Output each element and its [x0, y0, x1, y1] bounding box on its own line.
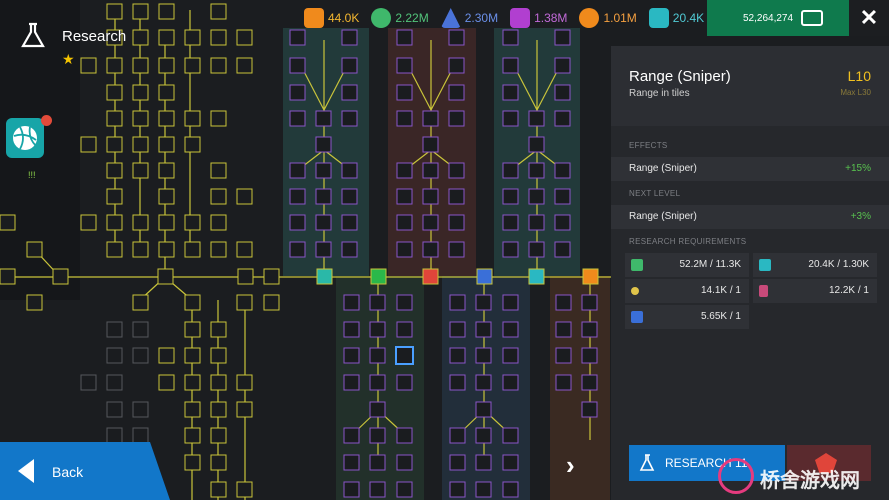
- resource-value: 1.38M: [534, 11, 568, 25]
- next-page-button[interactable]: ›: [566, 450, 575, 481]
- back-label: Back: [52, 464, 84, 480]
- resource-item: 2.22M: [365, 0, 434, 36]
- flask-icon: [639, 454, 655, 471]
- green-cash-icon: [631, 259, 643, 271]
- requirement-value: 14.1K / 1: [700, 285, 741, 296]
- resource-item: 1.38M: [504, 0, 573, 36]
- next-level-value: +3%: [850, 211, 871, 222]
- volleyball-icon: [13, 126, 37, 150]
- star-icon: ★: [62, 51, 75, 67]
- resource-item: 20.4K: [643, 0, 710, 36]
- teal-stripe-icon: [759, 259, 771, 271]
- requirements-heading: RESEARCH REQUIREMENTS: [629, 237, 747, 246]
- cash-icon[interactable]: [801, 10, 824, 26]
- watermark: 桥舍游戏网: [712, 454, 889, 500]
- research-title: Range (Sniper): [629, 68, 731, 85]
- max-level: Max L30: [840, 88, 871, 97]
- resource-value: 1.01M: [603, 11, 637, 25]
- effect-label: Range (Sniper): [629, 163, 697, 174]
- resource-value: 44.0K: [328, 11, 360, 25]
- watermark-logo-icon: [718, 458, 754, 494]
- resource-value: 2.30M: [464, 11, 499, 25]
- sport-ball-item[interactable]: [6, 118, 44, 158]
- requirement-item: 12.2K / 1: [753, 279, 877, 303]
- teal-stripe-icon: [648, 8, 669, 28]
- page-header: Research ★: [14, 18, 144, 68]
- blue-triangle-icon: [440, 8, 461, 28]
- requirement-item: 52.2M / 11.3K: [625, 253, 749, 277]
- yellow-key-icon: [631, 287, 639, 295]
- requirement-value: 12.2K / 1: [828, 285, 869, 296]
- next-level-heading: NEXT LEVEL: [629, 189, 681, 198]
- chevron-right-icon: ›: [566, 450, 575, 480]
- item-count: !!!: [28, 170, 36, 180]
- page-title: Research: [62, 28, 127, 45]
- requirement-item: 14.1K / 1: [625, 279, 749, 303]
- money-display: 52,264,274: [707, 0, 849, 36]
- effect-value: +15%: [845, 163, 871, 174]
- blue-star-icon: [631, 311, 643, 323]
- requirement-value: 20.4K / 1.30K: [808, 259, 869, 270]
- requirement-item: 5.65K / 1: [625, 305, 749, 329]
- arrow-left-icon: [18, 459, 34, 483]
- green-orb-icon: [371, 8, 392, 28]
- close-icon: ✕: [859, 5, 879, 30]
- resource-item: 44.0K: [298, 0, 365, 36]
- purple-stripe-icon: [510, 8, 531, 28]
- effects-heading: EFFECTS: [629, 141, 668, 150]
- notification-dot: [41, 115, 52, 126]
- detail-header: Range (Sniper) Range in tiles L10 Max L3…: [611, 46, 889, 126]
- money-value: 52,264,274: [743, 12, 794, 24]
- resource-item: 2.30M: [435, 0, 504, 36]
- research-subtitle: Range in tiles: [629, 88, 690, 99]
- coin-hex-icon: [304, 8, 324, 28]
- requirement-item: 20.4K / 1.30K: [753, 253, 877, 277]
- resource-item: 1.01M: [573, 0, 642, 36]
- back-button[interactable]: Back: [0, 442, 170, 500]
- effect-row: Range (Sniper) +15%: [611, 157, 889, 181]
- requirement-value: 5.65K / 1: [700, 311, 741, 322]
- detail-panel: Range (Sniper) Range in tiles L10 Max L3…: [611, 46, 889, 500]
- flask-icon: [21, 22, 45, 48]
- watermark-text: 桥舍游戏网: [760, 470, 860, 492]
- resource-value: 20.4K: [672, 11, 705, 25]
- requirement-value: 52.2M / 11.3K: [679, 259, 741, 270]
- orange-ball-icon: [579, 8, 600, 28]
- close-button[interactable]: ✕: [849, 0, 889, 36]
- next-level-row: Range (Sniper) +3%: [611, 205, 889, 229]
- pink-card-icon: [759, 285, 768, 297]
- next-level-label: Range (Sniper): [629, 211, 697, 222]
- level-badge: L10: [847, 68, 871, 84]
- resource-value: 2.22M: [395, 11, 429, 25]
